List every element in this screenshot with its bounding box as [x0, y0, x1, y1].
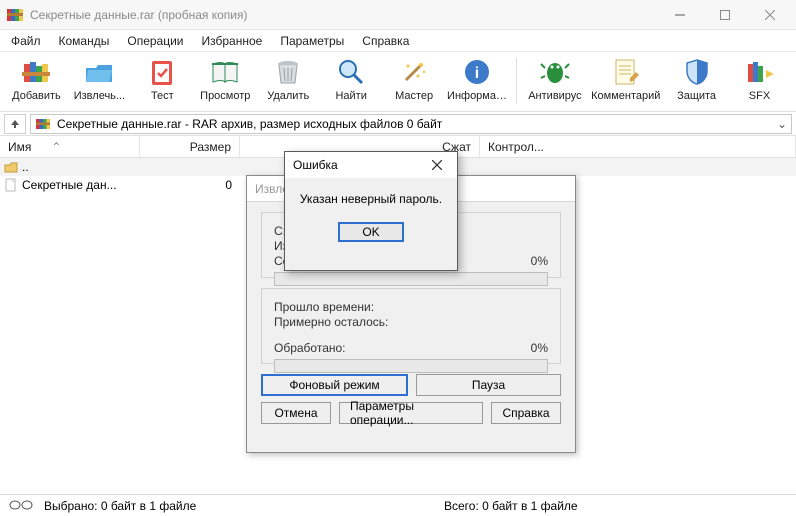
toolbar-info-button[interactable]: i Информация — [447, 54, 508, 110]
address-bar: Секретные данные.rar - RAR архив, размер… — [0, 112, 796, 136]
toolbar-protect-button[interactable]: Защита — [666, 54, 727, 110]
toolbar-test-button[interactable]: Тест — [132, 54, 193, 110]
toolbar-view-label: Просмотр — [200, 90, 250, 102]
menu-operations[interactable]: Операции — [118, 32, 192, 50]
toolbar: Добавить Извлечь... Тест Просмотр Удалит… — [0, 52, 796, 112]
toolbar-protect-label: Защита — [677, 90, 716, 102]
folder-up-icon — [4, 160, 18, 174]
help-button[interactable]: Справка — [491, 402, 561, 424]
toolbar-separator — [516, 58, 517, 104]
book-open-icon — [209, 56, 241, 88]
toolbar-find-label: Найти — [335, 90, 366, 102]
address-combobox[interactable]: Секретные данные.rar - RAR архив, размер… — [30, 114, 792, 134]
menu-bar: Файл Команды Операции Избранное Параметр… — [0, 30, 796, 52]
error-dialog: Ошибка Указан неверный пароль. OK — [284, 151, 458, 271]
wand-icon — [398, 56, 430, 88]
extract-pct1: 0% — [531, 254, 548, 268]
toolbar-delete-button[interactable]: Удалить — [258, 54, 319, 110]
dropdown-arrow-icon[interactable]: ⌄ — [773, 115, 791, 133]
operation-params-button[interactable]: Параметры операции... — [339, 402, 483, 424]
menu-help[interactable]: Справка — [353, 32, 418, 50]
toolbar-sfx-label: SFX — [749, 90, 770, 102]
pause-button[interactable]: Пауза — [416, 374, 561, 396]
magnifier-icon — [335, 56, 367, 88]
books-arrow-icon — [744, 56, 776, 88]
books-stack-icon — [20, 56, 52, 88]
toolbar-wizard-label: Мастер — [395, 90, 433, 102]
toolbar-view-button[interactable]: Просмотр — [195, 54, 256, 110]
window-maximize-button[interactable] — [702, 1, 747, 29]
bug-icon — [539, 56, 571, 88]
folder-open-icon — [83, 56, 115, 88]
menu-file[interactable]: Файл — [2, 32, 50, 50]
toolbar-extract-button[interactable]: Извлечь... — [69, 54, 130, 110]
window-minimize-button[interactable] — [657, 1, 702, 29]
elapsed-label: Прошло времени: — [274, 300, 374, 314]
toolbar-test-label: Тест — [151, 90, 174, 102]
status-total: Всего: 0 байт в 1 файле — [444, 499, 578, 513]
sort-indicator-icon: ⌃ — [51, 140, 61, 154]
progress-bar-file — [274, 272, 548, 286]
app-icon — [6, 6, 24, 24]
background-mode-button[interactable]: Фоновый режим — [261, 374, 408, 396]
shield-icon — [681, 56, 713, 88]
toolbar-sfx-button[interactable]: SFX — [729, 54, 790, 110]
progress-bar-total — [274, 359, 548, 373]
column-name[interactable]: Имя⌃ — [0, 136, 140, 157]
trash-icon — [272, 56, 304, 88]
file-icon — [4, 178, 18, 192]
toolbar-add-button[interactable]: Добавить — [6, 54, 67, 110]
toolbar-delete-label: Удалить — [267, 90, 309, 102]
row-name: Секретные дан... — [22, 178, 117, 192]
window-titlebar: Секретные данные.rar (пробная копия) — [0, 0, 796, 30]
column-crc[interactable]: Контрол... — [480, 136, 796, 157]
info-icon: i — [461, 56, 493, 88]
toolbar-comment-label: Комментарий — [591, 90, 660, 102]
remaining-label: Примерно осталось: — [274, 315, 388, 329]
clipboard-check-icon — [146, 56, 178, 88]
toolbar-info-label: Информация — [447, 90, 507, 102]
archive-icon — [35, 116, 51, 132]
row-name: .. — [22, 160, 29, 174]
menu-options[interactable]: Параметры — [271, 32, 353, 50]
notepad-icon — [610, 56, 642, 88]
status-bar: Выбрано: 0 байт в 1 файле Всего: 0 байт … — [0, 494, 796, 516]
cancel-button[interactable]: Отмена — [261, 402, 331, 424]
extract-pct2: 0% — [531, 341, 548, 355]
toolbar-wizard-button[interactable]: Мастер — [384, 54, 445, 110]
toolbar-extract-label: Извлечь... — [74, 90, 125, 102]
error-title: Ошибка — [293, 158, 338, 172]
address-text: Секретные данные.rar - RAR архив, размер… — [57, 117, 442, 131]
up-folder-button[interactable] — [4, 114, 26, 134]
toolbar-antivirus-label: Антивирус — [528, 90, 581, 102]
processed-label: Обработано: — [274, 341, 346, 355]
toolbar-antivirus-button[interactable]: Антивирус — [524, 54, 585, 110]
status-selected: Выбрано: 0 байт в 1 файле — [44, 499, 444, 513]
window-close-button[interactable] — [747, 1, 792, 29]
toolbar-add-label: Добавить — [12, 90, 61, 102]
status-disk-icon — [8, 499, 36, 513]
menu-commands[interactable]: Команды — [50, 32, 119, 50]
menu-favorites[interactable]: Избранное — [193, 32, 272, 50]
toolbar-find-button[interactable]: Найти — [321, 54, 382, 110]
row-size: 0 — [140, 178, 240, 192]
column-size[interactable]: Размер — [140, 136, 240, 157]
error-message: Указан неверный пароль. — [285, 178, 457, 206]
window-title: Секретные данные.rar (пробная копия) — [30, 8, 657, 22]
error-ok-button[interactable]: OK — [338, 222, 404, 242]
error-dialog-titlebar[interactable]: Ошибка — [285, 152, 457, 178]
toolbar-comment-button[interactable]: Комментарий — [587, 54, 664, 110]
error-close-button[interactable] — [425, 155, 449, 175]
svg-text:i: i — [475, 65, 479, 82]
